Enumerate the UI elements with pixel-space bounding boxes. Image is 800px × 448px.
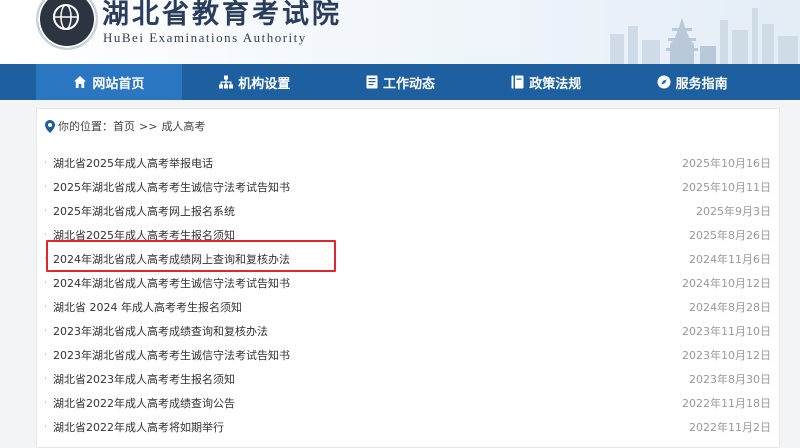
list-item-date: 2025年10月16日: [682, 157, 771, 170]
nav-item-label: 机构设置: [238, 76, 291, 92]
list-item-date: 2024年8月28日: [689, 301, 771, 314]
list-item[interactable]: · 2025年湖北省成人高考考生诚信守法考试告知书 2025年10月11日: [37, 175, 779, 199]
list-item-title[interactable]: 2023年湖北省成人高考考生诚信守法考试告知书: [53, 347, 290, 363]
bullet-icon: ·: [44, 398, 47, 408]
list-item-title[interactable]: 2025年湖北省成人高考网上报名系统: [53, 203, 235, 219]
document-icon: [366, 75, 378, 89]
list-item[interactable]: · 2023年湖北省成人高考成绩查询和复核办法 2023年11月10日: [37, 319, 779, 343]
bullet-icon: ·: [44, 302, 47, 312]
list-item-title[interactable]: 湖北省 2024 年成人高考考生报名须知: [53, 299, 242, 315]
compass-icon: [657, 75, 671, 89]
site-logo[interactable]: [36, 0, 98, 50]
list-item-title[interactable]: 湖北省2022年成人高考将如期举行: [53, 419, 224, 435]
nav-item-service-guide[interactable]: 服务指南: [619, 64, 765, 100]
bullet-icon: ·: [44, 182, 47, 192]
news-list: · 湖北省2025年成人高考举报电话 2025年10月16日 · 2025年湖北省成人…: [37, 151, 779, 439]
main-nav: 网站首页 机构设置 工作动态 政策法规 服务指南: [0, 64, 800, 100]
list-item[interactable]: · 湖北省2022年成人高考将如期举行 2022年11月2日: [37, 415, 779, 439]
location-pin-icon: [45, 119, 55, 133]
nav-item-policies[interactable]: 政策法规: [473, 64, 619, 100]
bullet-icon: ·: [44, 350, 47, 360]
breadcrumb-prefix: 你的位置：: [58, 120, 113, 133]
home-icon: [73, 75, 87, 89]
book-icon: [511, 75, 524, 89]
nav-item-label: 政策法规: [529, 76, 582, 92]
list-item[interactable]: · 湖北省2023年成人高考考生报名须知 2023年8月30日: [37, 367, 779, 391]
highlight-box: [46, 240, 336, 272]
list-item-date: 2023年11月10日: [682, 325, 771, 338]
list-item-title[interactable]: 湖北省2025年成人高考举报电话: [53, 155, 213, 171]
list-item-date: 2023年8月30日: [689, 373, 771, 386]
list-item[interactable]: · 2024年湖北省成人高考考生诚信守法考试告知书 2024年10月12日: [37, 271, 779, 295]
site-header: 湖北省教育考试院 HuBei Examinations Authority: [0, 0, 800, 64]
list-item-date: 2023年10月12日: [682, 349, 771, 362]
list-item[interactable]: · 湖北省 2024 年成人高考考生报名须知 2024年8月28日: [37, 295, 779, 319]
list-item-date: 2022年11月18日: [682, 397, 771, 410]
list-item-title[interactable]: 2023年湖北省成人高考成绩查询和复核办法: [53, 323, 268, 339]
org-chart-icon: [219, 75, 234, 89]
nav-item-label: 网站首页: [92, 76, 145, 92]
list-item[interactable]: · 2025年湖北省成人高考网上报名系统 2025年9月3日: [37, 199, 779, 223]
list-item-title[interactable]: 湖北省2023年成人高考考生报名须知: [53, 371, 235, 387]
breadcrumb-separator: >>: [139, 119, 158, 133]
list-item-title[interactable]: 2024年湖北省成人高考考生诚信守法考试告知书: [53, 275, 290, 291]
list-item[interactable]: · 湖北省2025年成人高考举报电话 2025年10月16日: [37, 151, 779, 175]
city-skyline-decoration: [610, 8, 798, 64]
globe-icon: [53, 4, 79, 30]
nav-item-home[interactable]: 网站首页: [36, 64, 182, 100]
bullet-icon: ·: [44, 374, 47, 384]
list-item-title[interactable]: 湖北省2022年成人高考成绩查询公告: [53, 395, 235, 411]
nav-item-label: 服务指南: [675, 76, 728, 92]
list-item-date: 2025年8月26日: [689, 229, 771, 242]
list-item[interactable]: · 2023年湖北省成人高考考生诚信守法考试告知书 2023年10月12日: [37, 343, 779, 367]
list-item-date: 2025年10月11日: [682, 181, 771, 194]
list-item-title[interactable]: 2025年湖北省成人高考考生诚信守法考试告知书: [53, 179, 290, 195]
list-item[interactable]: · 湖北省2022年成人高考成绩查询公告 2022年11月18日: [37, 391, 779, 415]
nav-item-label: 工作动态: [382, 76, 435, 92]
bullet-icon: ·: [44, 326, 47, 336]
bullet-icon: ·: [44, 278, 47, 288]
breadcrumb-home-link[interactable]: 首页: [113, 118, 135, 134]
site-title: 湖北省教育考试院: [102, 0, 342, 30]
list-item-date: 2025年9月3日: [696, 205, 771, 218]
nav-item-organization[interactable]: 机构设置: [182, 64, 328, 100]
list-item-date: 2022年11月2日: [689, 421, 771, 434]
bullet-icon: ·: [44, 206, 47, 216]
site-subtitle: HuBei Examinations Authority: [103, 30, 307, 45]
content-panel: 你的位置： 首页 >> 成人高考 · 湖北省2025年成人高考举报电话 2025年1…: [36, 108, 780, 448]
list-item-date: 2024年11月6日: [689, 253, 771, 266]
breadcrumb: 你的位置： 首页 >> 成人高考: [45, 118, 209, 134]
nav-item-work-news[interactable]: 工作动态: [328, 64, 474, 100]
bullet-icon: ·: [44, 422, 47, 432]
bullet-icon: ·: [44, 158, 47, 168]
bullet-icon: ·: [44, 230, 47, 240]
breadcrumb-current: 成人高考: [161, 120, 206, 133]
list-item-date: 2024年10月12日: [682, 277, 771, 290]
